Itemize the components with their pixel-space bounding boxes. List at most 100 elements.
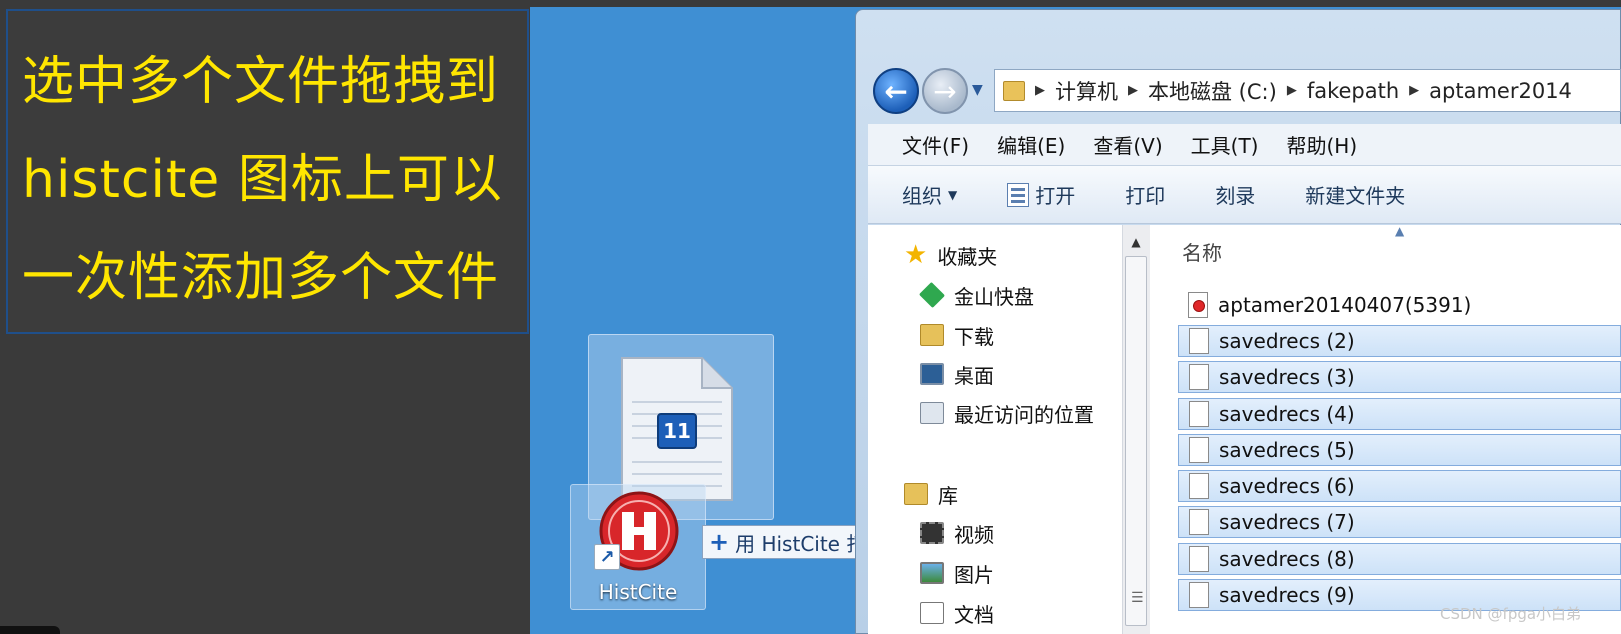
desktop-icon: [920, 363, 944, 385]
file-name: savedrecs (5): [1219, 438, 1355, 462]
instruction-line-2: histcite 图标上可以: [22, 150, 503, 210]
nav-item-label: 图片: [954, 562, 994, 587]
open-button[interactable]: 打开: [1007, 180, 1075, 209]
star-icon: ★: [904, 240, 928, 270]
kuaipan-icon: [918, 281, 946, 309]
breadcrumb-fakepath[interactable]: fakepath: [1307, 79, 1399, 103]
file-name: savedrecs (4): [1219, 402, 1355, 426]
menu-tools[interactable]: 工具(T): [1191, 130, 1259, 159]
library-icon: [904, 483, 928, 505]
address-bar[interactable]: ▶ 计算机 ▶ 本地磁盘 (C:) ▶ fakepath ▶ aptamer20…: [994, 69, 1621, 112]
nav-item-label: 下载: [954, 324, 994, 349]
file-name: savedrecs (6): [1219, 474, 1355, 498]
forward-button[interactable]: →: [922, 68, 968, 114]
menu-bar: 文件(F) 编辑(E) 查看(V) 工具(T) 帮助(H): [868, 124, 1621, 166]
corner-decoration: [0, 626, 60, 634]
chevron-right-icon[interactable]: ▶: [1035, 83, 1045, 98]
file-row[interactable]: savedrecs (7): [1178, 506, 1621, 538]
scroll-up-arrow-icon[interactable]: ▲: [1125, 230, 1147, 254]
nav-lib-documents[interactable]: 文档: [920, 595, 994, 631]
nav-libraries[interactable]: 库: [904, 476, 958, 512]
open-icon: [1007, 182, 1030, 207]
chevron-right-icon[interactable]: ▶: [1409, 83, 1419, 98]
nav-item-downloads[interactable]: 下载: [920, 317, 994, 353]
menu-edit[interactable]: 编辑(E): [997, 130, 1065, 159]
file-row[interactable]: savedrecs (2): [1178, 325, 1621, 357]
file-name: savedrecs (3): [1219, 365, 1355, 389]
file-name: savedrecs (8): [1219, 547, 1355, 571]
plus-icon: +: [709, 528, 730, 556]
sort-ascending-icon: ▲: [1395, 224, 1405, 238]
file-row[interactable]: savedrecs (6): [1178, 470, 1621, 502]
burn-button[interactable]: 刻录: [1215, 180, 1255, 209]
file-icon: [1189, 546, 1209, 572]
nav-item-label: 视频: [954, 522, 994, 547]
nav-scroll-thumb[interactable]: [1125, 256, 1147, 626]
histcite-icon-label: HistCite: [598, 580, 678, 604]
print-button[interactable]: 打印: [1125, 180, 1165, 209]
chevron-right-icon[interactable]: ▶: [1128, 83, 1138, 98]
breadcrumb-local-disk[interactable]: 本地磁盘 (C:): [1148, 76, 1277, 106]
file-icon: [1189, 437, 1209, 463]
nav-favorites-label: 收藏夹: [937, 244, 998, 269]
menu-help[interactable]: 帮助(H): [1286, 130, 1357, 159]
shortcut-arrow-icon: ↗: [594, 544, 620, 570]
rec-file-icon: [1188, 292, 1208, 318]
file-row[interactable]: aptamer20140407(5391): [1178, 289, 1621, 321]
download-folder-icon: [920, 324, 944, 346]
nav-item-desktop[interactable]: 桌面: [920, 356, 994, 392]
chevron-right-icon[interactable]: ▶: [1287, 83, 1297, 98]
breadcrumb-aptamer[interactable]: aptamer2014: [1429, 79, 1572, 103]
document-icon: 11: [621, 357, 733, 501]
open-label: 打开: [1035, 184, 1076, 208]
file-icon: [1189, 328, 1209, 354]
nav-item-label: 金山快盘: [954, 284, 1034, 309]
nav-item-label: 最近访问的位置: [954, 402, 1094, 427]
arrow-right-icon: →: [933, 74, 957, 108]
nav-libraries-label: 库: [938, 483, 958, 508]
instruction-panel: 选中多个文件拖拽到 histcite 图标上可以 一次性添加多个文件: [6, 9, 529, 334]
organize-label: 组织: [902, 184, 942, 208]
file-row[interactable]: savedrecs (3): [1178, 361, 1621, 393]
nav-item-label: 文档: [954, 602, 994, 627]
file-icon: [1189, 364, 1209, 390]
video-icon: [920, 522, 944, 544]
breadcrumb-computer[interactable]: 计算机: [1055, 76, 1118, 106]
menu-file[interactable]: 文件(F): [902, 130, 969, 159]
command-bar: 组织 ▼ 打开 打印 刻录 新建文件夹: [868, 166, 1621, 224]
file-row[interactable]: savedrecs (8): [1178, 543, 1621, 575]
menu-view[interactable]: 查看(V): [1093, 130, 1162, 159]
column-header-name[interactable]: 名称: [1182, 237, 1222, 266]
instruction-line-1: 选中多个文件拖拽到: [22, 52, 500, 112]
nav-item-recent[interactable]: 最近访问的位置: [920, 395, 1094, 431]
nav-favorites[interactable]: ★ 收藏夹: [904, 237, 997, 273]
picture-icon: [920, 562, 944, 584]
file-icon: [1189, 509, 1209, 535]
file-icon: [1189, 473, 1209, 499]
recent-places-icon: [920, 402, 944, 424]
document-icon: [920, 602, 944, 624]
file-name: aptamer20140407(5391): [1218, 293, 1472, 317]
file-icon: [1189, 401, 1209, 427]
chevron-down-icon: ▼: [948, 187, 958, 202]
file-icon: [1189, 582, 1209, 608]
file-row[interactable]: savedrecs (4): [1178, 398, 1621, 430]
arrow-left-icon: ←: [884, 74, 908, 108]
scroll-grip-icon: ☰: [1131, 590, 1144, 606]
nav-lib-pictures[interactable]: 图片: [920, 555, 994, 591]
nav-lib-videos[interactable]: 视频: [920, 515, 994, 551]
file-row[interactable]: savedrecs (5): [1178, 434, 1621, 466]
folder-icon: [1003, 80, 1025, 101]
navigation-pane: ★ 收藏夹 金山快盘 下载 桌面 最近访问的位置 库 视频 图片 文档: [868, 225, 1122, 634]
ghost-count-badge: 11: [663, 419, 691, 443]
instruction-line-3: 一次性添加多个文件: [22, 248, 500, 308]
nav-item-kuaipan[interactable]: 金山快盘: [918, 277, 1034, 313]
back-button[interactable]: ←: [873, 68, 919, 114]
watermark: CSDN @fpga小白弟: [1440, 605, 1582, 623]
new-folder-button[interactable]: 新建文件夹: [1305, 180, 1405, 209]
recent-pages-dropdown[interactable]: ▼: [972, 82, 983, 98]
organize-button[interactable]: 组织 ▼: [902, 180, 957, 209]
file-name: savedrecs (7): [1219, 510, 1355, 534]
nav-item-label: 桌面: [954, 363, 994, 388]
file-name: savedrecs (9): [1219, 583, 1355, 607]
